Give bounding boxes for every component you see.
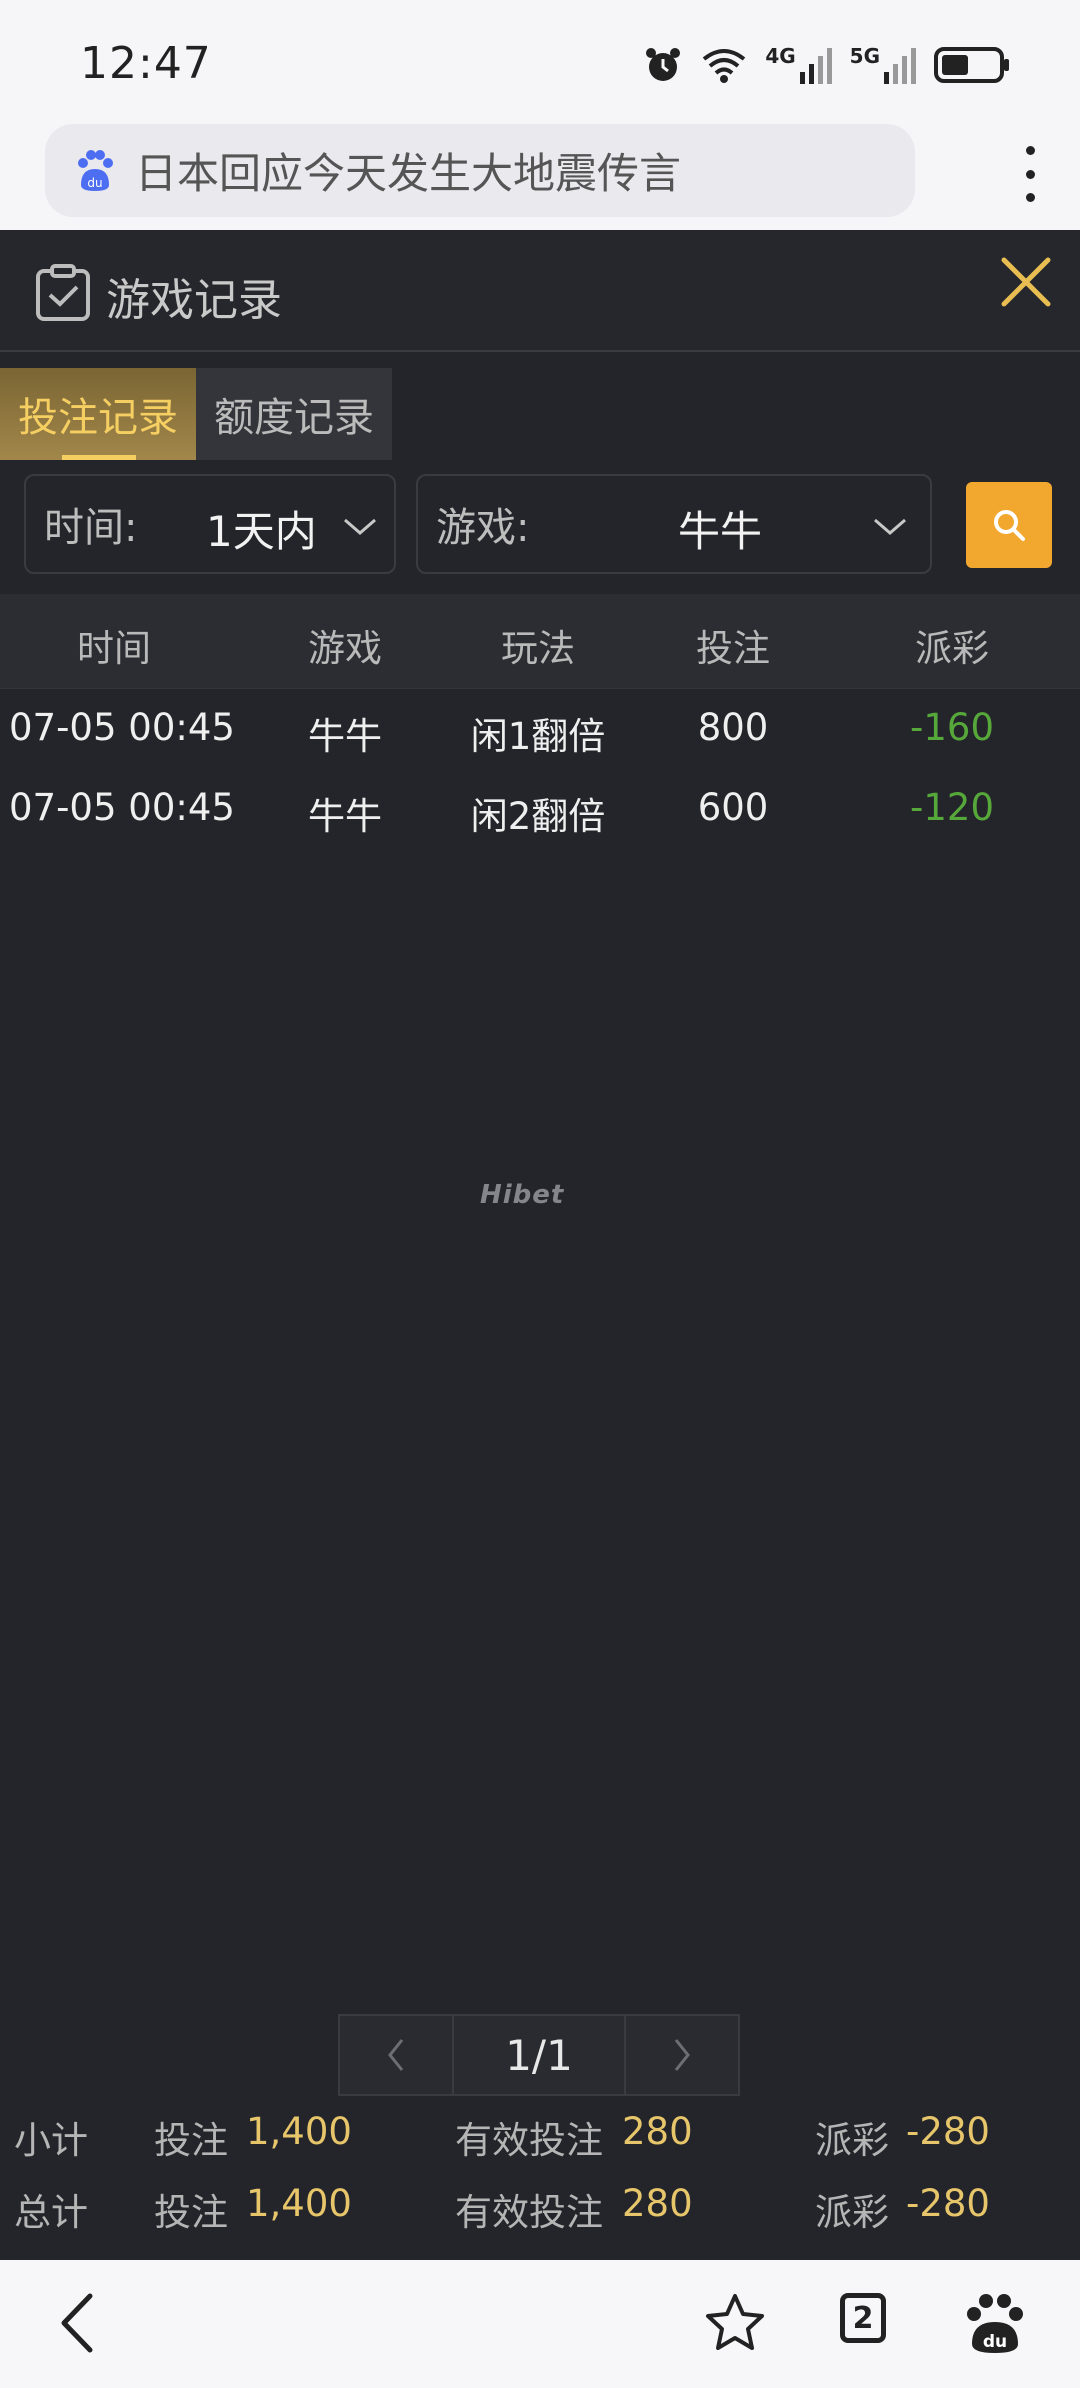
tab-label: 投注记录 xyxy=(18,395,178,441)
status-bar: 12:47 4G 5G xyxy=(0,0,1080,124)
payout-label: 派彩 xyxy=(815,2191,889,2234)
table-header: 时间 游戏 玩法 投注 派彩 xyxy=(0,594,1080,689)
wifi-icon xyxy=(703,49,746,83)
cell-game: 牛牛 xyxy=(308,715,382,758)
valid-bet-label: 有效投注 xyxy=(455,2119,603,2162)
bet-label: 投注 xyxy=(154,2191,228,2234)
valid-bet-total: 280 xyxy=(622,2182,693,2225)
valid-bet-total: 280 xyxy=(622,2110,693,2153)
game-filter-value: 牛牛 xyxy=(678,507,763,556)
alarm-icon xyxy=(646,48,681,81)
back-arrow-icon[interactable] xyxy=(48,2290,114,2356)
prev-page-button[interactable] xyxy=(338,2014,454,2096)
address-text: 日本回应今天发生大地震传言 xyxy=(135,149,682,198)
column-header-bet: 投注 xyxy=(696,627,770,670)
cell-game: 牛牛 xyxy=(308,795,382,838)
chevron-right-icon xyxy=(674,2039,690,2071)
tab-credit-records[interactable]: 额度记录 xyxy=(196,368,392,460)
table-row: 07-05 00:45 牛牛 闲1翻倍 800 -160 xyxy=(0,688,1080,768)
time-filter-label: 时间: xyxy=(44,505,138,551)
cell-play: 闲2翻倍 xyxy=(470,795,606,838)
network-label-4g: 4G xyxy=(765,44,796,68)
svg-text:du: du xyxy=(87,176,102,190)
pagination: 1/1 xyxy=(338,2014,740,2096)
browser-bottom-nav: 2 du xyxy=(0,2260,1080,2388)
bet-label: 投注 xyxy=(154,2119,228,2162)
tab-bet-records[interactable]: 投注记录 xyxy=(0,368,196,460)
clipboard-check-icon xyxy=(36,264,90,321)
cell-bet: 600 xyxy=(697,786,769,829)
payout-total: -280 xyxy=(906,2182,990,2225)
subtotal-row: 小计 投注 1,400 有效投注 280 派彩 -280 xyxy=(0,2110,1080,2180)
game-filter-select[interactable]: 游戏: 牛牛 xyxy=(416,474,932,574)
svg-text:du: du xyxy=(983,2332,1007,2352)
cell-time: 07-05 00:45 xyxy=(9,706,235,749)
column-header-game: 游戏 xyxy=(308,627,382,670)
bet-total: 1,400 xyxy=(246,2110,352,2153)
payout-label: 派彩 xyxy=(815,2119,889,2162)
total-row: 总计 投注 1,400 有效投注 280 派彩 -280 xyxy=(0,2182,1080,2252)
table-row: 07-05 00:45 牛牛 闲2翻倍 600 -120 xyxy=(0,768,1080,848)
browser-address-area: du 日本回应今天发生大地震传言 xyxy=(0,124,1080,230)
search-button[interactable] xyxy=(966,482,1052,568)
page-indicator: 1/1 xyxy=(454,2014,624,2096)
tabs-count-button[interactable]: 2 xyxy=(840,2293,886,2343)
address-bar[interactable]: du 日本回应今天发生大地震传言 xyxy=(45,124,915,217)
panel-header: 游戏记录 xyxy=(0,230,1080,352)
subtotal-label: 小计 xyxy=(14,2119,88,2162)
network-label-5g: 5G xyxy=(849,44,880,68)
total-label: 总计 xyxy=(14,2191,88,2234)
time-filter-value: 1天内 xyxy=(206,507,317,556)
payout-total: -280 xyxy=(906,2110,990,2153)
battery-icon xyxy=(934,47,1009,83)
next-page-button[interactable] xyxy=(624,2014,740,2096)
baidu-paw-icon[interactable]: du xyxy=(962,2290,1028,2356)
close-icon[interactable] xyxy=(996,252,1056,312)
signal-icon xyxy=(799,48,832,84)
game-filter-label: 游戏: xyxy=(436,505,530,551)
search-icon xyxy=(994,510,1025,541)
cell-time: 07-05 00:45 xyxy=(9,786,235,829)
bet-total: 1,400 xyxy=(246,2182,352,2225)
cell-payout: -160 xyxy=(910,706,994,749)
app-root: 12:47 4G 5G du 日本回应今天发生大地震传言 游戏记录 投注记录 额… xyxy=(0,0,1080,2388)
tab-label: 额度记录 xyxy=(214,395,374,441)
column-header-payout: 派彩 xyxy=(915,627,989,670)
chevron-down-icon xyxy=(874,518,906,535)
baidu-logo-icon: du xyxy=(78,149,113,191)
page-title: 游戏记录 xyxy=(106,275,282,326)
time-filter-select[interactable]: 时间: 1天内 xyxy=(24,474,396,574)
cell-payout: -120 xyxy=(910,786,994,829)
chevron-down-icon xyxy=(344,518,376,535)
valid-bet-label: 有效投注 xyxy=(455,2191,603,2234)
active-tab-indicator xyxy=(62,455,136,460)
column-header-play: 玩法 xyxy=(501,627,575,670)
watermark-logo: Hibet xyxy=(480,1180,565,1210)
cell-play: 闲1翻倍 xyxy=(470,715,606,758)
status-icons: 4G 5G xyxy=(643,40,1010,90)
star-bookmark-icon[interactable] xyxy=(702,2290,768,2356)
column-header-time: 时间 xyxy=(77,627,151,670)
chevron-left-icon xyxy=(388,2039,404,2071)
more-menu-icon[interactable] xyxy=(1024,146,1036,202)
cell-bet: 800 xyxy=(697,706,769,749)
status-time: 12:47 xyxy=(80,38,212,89)
record-tabs: 投注记录 额度记录 xyxy=(0,368,392,460)
signal-icon xyxy=(884,48,916,84)
